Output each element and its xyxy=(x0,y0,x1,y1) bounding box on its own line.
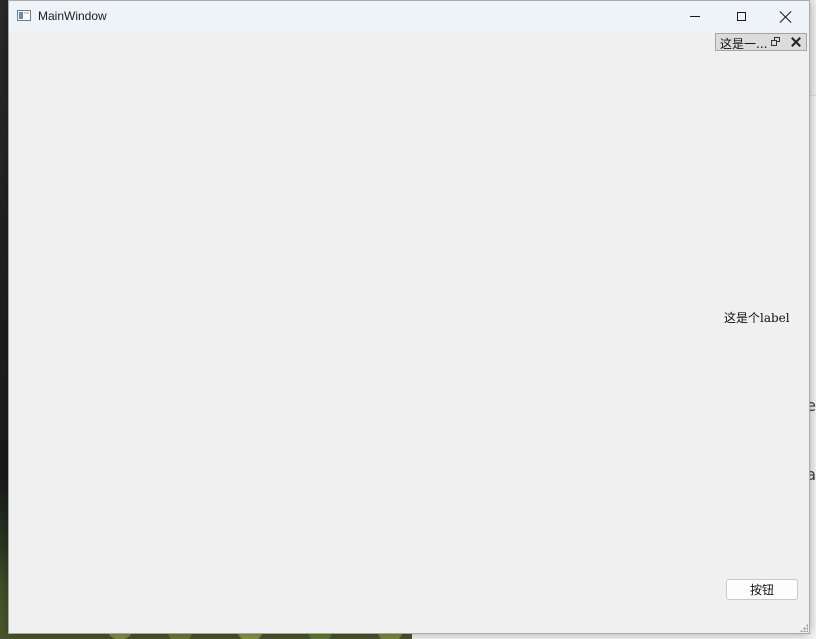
close-button[interactable] xyxy=(763,1,809,32)
float-dock-icon-front xyxy=(771,40,777,46)
dock-widget-title: 这是一... xyxy=(720,37,768,51)
minimize-icon xyxy=(690,16,700,17)
float-dock-icon[interactable] xyxy=(771,37,781,47)
close-dock-icon[interactable] xyxy=(790,36,802,48)
push-button[interactable]: 按钮 xyxy=(726,579,798,600)
dock-widget-title-bar[interactable]: 这是一... xyxy=(715,33,807,51)
main-window: MainWindow 这是一... 这是个label 按钮 xyxy=(8,0,810,634)
maximize-button[interactable] xyxy=(718,1,764,32)
title-bar[interactable]: MainWindow xyxy=(9,1,809,33)
central-area: 这是一... 这是个label 按钮 xyxy=(9,32,809,633)
minimize-button[interactable] xyxy=(672,1,718,32)
dock-label: 这是个label xyxy=(724,311,790,325)
maximize-icon xyxy=(736,12,746,21)
window-title: MainWindow xyxy=(38,9,107,23)
app-window-icon xyxy=(17,10,31,21)
close-icon xyxy=(779,10,793,24)
size-grip-icon[interactable] xyxy=(800,624,808,632)
